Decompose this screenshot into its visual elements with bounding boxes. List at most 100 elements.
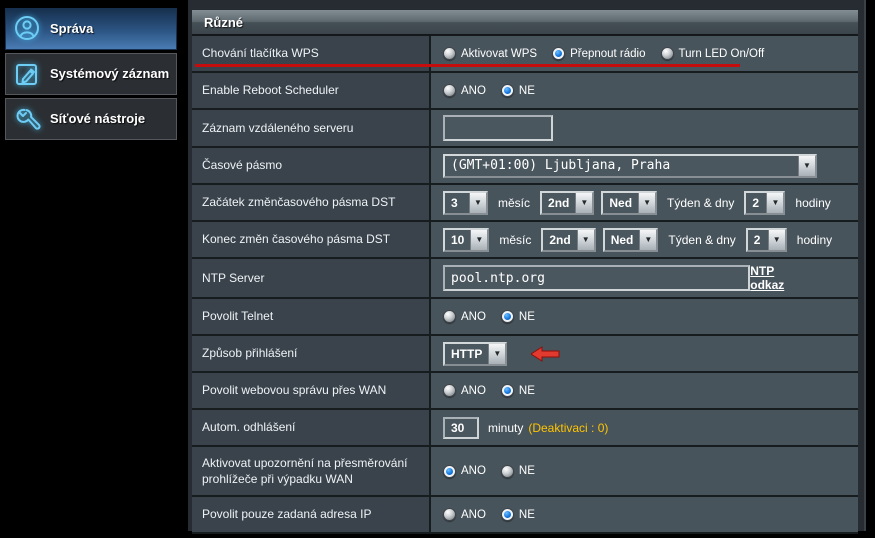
dst-end-hour-select[interactable]: 2 ▼ — [745, 227, 787, 252]
row-label: Povolit Telnet — [192, 299, 431, 334]
row-value — [431, 110, 858, 146]
radio-aktivovat-wps[interactable]: Aktivovat WPS — [443, 47, 537, 60]
row-remote-log-server: Záznam vzdáleného serveru — [192, 110, 858, 148]
system-log-icon — [11, 58, 43, 90]
row-label: Povolit webovou správu přes WAN — [192, 373, 431, 408]
row-value: 3 ▼ měsíc 2nd ▼ Ned ▼ Týden & dny 2 ▼ ho… — [431, 185, 858, 220]
radio-prepnout-radio[interactable]: Přepnout rádio — [552, 47, 646, 60]
radio-ano[interactable]: ANO — [443, 508, 486, 522]
radio-ne[interactable]: NE — [500, 508, 535, 522]
radio-icon[interactable] — [443, 384, 456, 397]
dst-end-day-select[interactable]: Ned ▼ — [602, 227, 659, 252]
row-value: ANO NE — [431, 447, 858, 496]
word-hodiny: hodiny — [795, 195, 831, 210]
row-label: Časové pásmo — [192, 148, 431, 183]
radio-label: NE — [518, 465, 535, 478]
row-value: HTTP ▼ — [431, 336, 858, 371]
sidebar-item-sitove-nastroje[interactable]: Síťové nástroje — [5, 98, 177, 140]
row-ntp-server: NTP Server NTP odkaz — [192, 259, 858, 299]
radio-icon[interactable] — [500, 384, 514, 397]
settings-panel: Různé Chování tlačítka WPS Aktivovat WPS… — [188, 0, 866, 535]
select-value: 2nd — [548, 195, 570, 210]
timezone-select[interactable]: (GMT+01:00) Ljubljana, Praha ▼ — [443, 153, 817, 178]
remote-log-input[interactable] — [443, 115, 553, 141]
radio-ano[interactable]: ANO — [443, 310, 486, 323]
sidebar-item-label: Síťové nástroje — [50, 110, 146, 126]
row-value: ANO NE — [431, 73, 858, 108]
radio-label: ANO — [461, 465, 486, 478]
chevron-down-icon[interactable]: ▼ — [576, 229, 594, 250]
chevron-down-icon[interactable]: ▼ — [469, 192, 486, 213]
timezone-select-value: (GMT+01:00) Ljubljana, Praha — [451, 158, 671, 173]
row-wan-redirect-notice: Aktivovat upozornění na přesměrování pro… — [192, 447, 858, 498]
radio-icon[interactable] — [500, 84, 514, 97]
radio-ne[interactable]: NE — [500, 310, 535, 323]
radio-icon[interactable] — [552, 47, 566, 60]
network-tools-icon — [11, 103, 43, 135]
row-value: ANO NE — [431, 299, 858, 334]
row-value: 10 ▼ měsíc 2nd ▼ Ned ▼ Týden & dny 2 ▼ h… — [431, 222, 858, 257]
chevron-down-icon[interactable]: ▼ — [767, 229, 785, 250]
radio-icon[interactable] — [443, 84, 456, 97]
radio-label: NE — [518, 508, 535, 521]
row-label: Konec změn časového pásma DST — [192, 222, 431, 257]
radio-icon[interactable] — [500, 310, 514, 323]
radio-label: ANO — [461, 84, 486, 97]
sidebar: Správa Systémový záznam Síťové nástroje — [5, 8, 177, 143]
word-hodiny: hodiny — [796, 232, 833, 247]
dst-end-month-select[interactable]: 10 ▼ — [443, 227, 490, 252]
chevron-down-icon[interactable]: ▼ — [575, 192, 593, 213]
ntp-link[interactable]: NTP odkaz — [750, 264, 810, 292]
row-label: Začátek změnčasového pásma DST — [192, 185, 431, 220]
radio-ano[interactable]: ANO — [443, 384, 486, 397]
radio-ne[interactable]: NE — [500, 464, 535, 478]
radio-label: NE — [518, 310, 535, 323]
radio-icon[interactable] — [660, 47, 674, 60]
auto-logout-input[interactable] — [443, 416, 479, 439]
ntp-server-input[interactable] — [443, 265, 751, 291]
sidebar-item-label: Systémový záznam — [50, 65, 170, 81]
radio-label: Přepnout rádio — [570, 47, 646, 60]
red-arrow-left-annotation — [531, 345, 560, 362]
word-mesic: měsíc — [498, 195, 531, 210]
radio-icon[interactable] — [500, 508, 514, 522]
settings-table: Chování tlačítka WPS Aktivovat WPS Přepn… — [192, 36, 858, 535]
dst-start-week-select[interactable]: 2nd ▼ — [540, 190, 595, 215]
chevron-down-icon[interactable]: ▼ — [639, 229, 657, 250]
chevron-down-icon[interactable]: ▼ — [638, 192, 656, 213]
radio-ne[interactable]: NE — [500, 384, 535, 397]
radio-label: Turn LED On/Off — [678, 47, 765, 60]
chevron-down-icon[interactable]: ▼ — [798, 155, 815, 176]
row-label: Enable Reboot Scheduler — [192, 73, 431, 108]
row-label: Povolit pouze zadaná adresa IP — [192, 497, 431, 533]
dst-start-day-select[interactable]: Ned ▼ — [601, 190, 658, 215]
radio-icon[interactable] — [443, 464, 456, 478]
chevron-down-icon[interactable]: ▼ — [488, 343, 506, 364]
select-value: Ned — [609, 195, 633, 210]
row-wps-behaviour: Chování tlačítka WPS Aktivovat WPS Přepn… — [192, 36, 858, 73]
sidebar-item-systemovy-zaznam[interactable]: Systémový záznam — [5, 53, 177, 95]
radio-ano[interactable]: ANO — [443, 464, 486, 478]
radio-turn-led[interactable]: Turn LED On/Off — [660, 47, 765, 60]
row-web-admin-wan: Povolit webovou správu přes WAN ANO NE — [192, 373, 858, 410]
row-value: ANO NE — [431, 373, 858, 408]
radio-icon[interactable] — [443, 47, 456, 60]
chevron-down-icon[interactable]: ▼ — [766, 192, 784, 213]
admin-person-icon — [11, 13, 43, 45]
radio-ano[interactable]: ANO — [443, 84, 486, 97]
radio-ne[interactable]: NE — [500, 84, 535, 97]
dst-end-week-select[interactable]: 2nd ▼ — [541, 227, 596, 252]
radio-icon[interactable] — [500, 464, 514, 478]
chevron-down-icon[interactable]: ▼ — [470, 229, 488, 250]
row-value: (GMT+01:00) Ljubljana, Praha ▼ — [431, 148, 858, 183]
radio-icon[interactable] — [443, 508, 456, 522]
dst-start-month-select[interactable]: 3 ▼ — [443, 190, 488, 215]
radio-label: ANO — [461, 508, 486, 521]
sidebar-item-sprava[interactable]: Správa — [5, 8, 177, 50]
radio-label: ANO — [461, 384, 486, 397]
select-value: HTTP — [451, 346, 483, 361]
dst-start-hour-select[interactable]: 2 ▼ — [744, 190, 786, 215]
red-underline-annotation — [195, 64, 740, 67]
radio-icon[interactable] — [443, 310, 456, 323]
login-method-select[interactable]: HTTP ▼ — [443, 341, 508, 366]
